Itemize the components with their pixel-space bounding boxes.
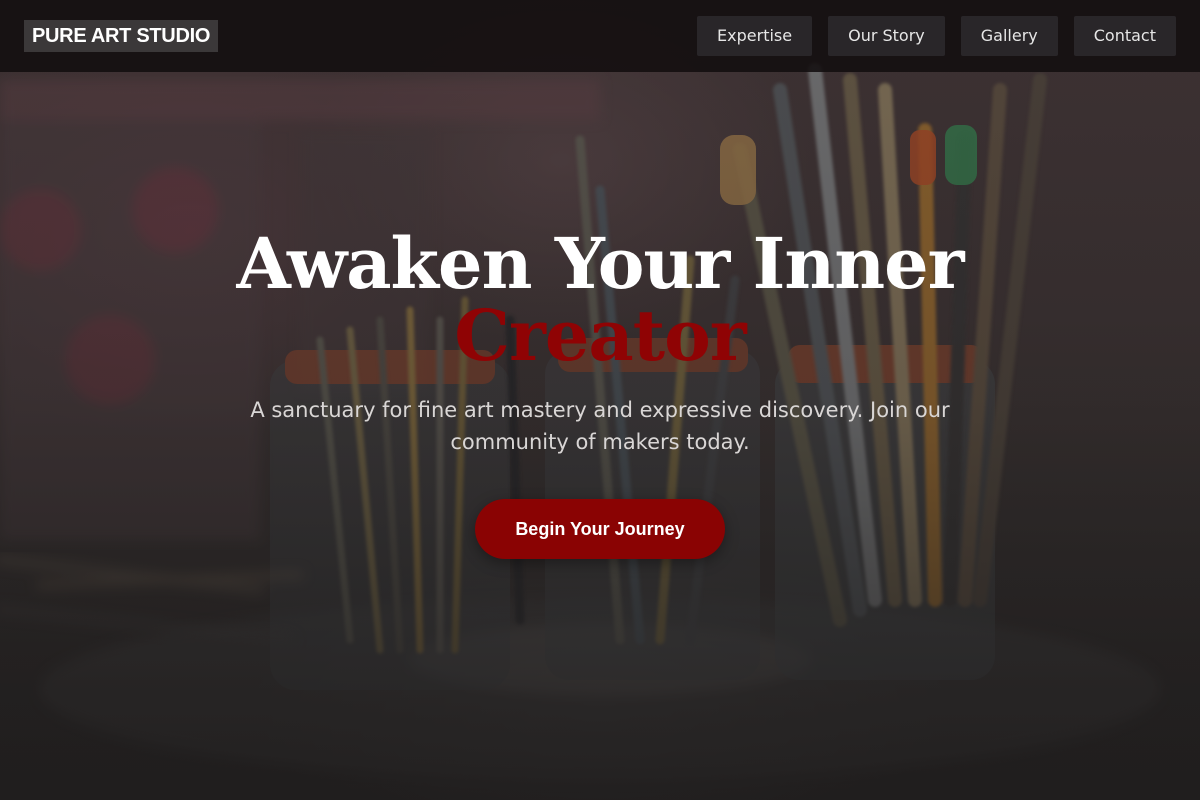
nav-link-gallery[interactable]: Gallery (960, 16, 1058, 56)
hero-section: Awaken Your Inner Creator A sanctuary fo… (0, 228, 1200, 559)
brand-logo[interactable]: PURE ART STUDIO (24, 20, 219, 52)
navbar: PURE ART STUDIO Expertise Our Story Gall… (0, 0, 1200, 72)
hero-subtitle: A sanctuary for fine art mastery and exp… (250, 398, 950, 454)
hero-headline-accent: Creator (454, 294, 746, 377)
hero-headline: Awaken Your Inner Creator (0, 228, 1200, 372)
nav-link-expertise[interactable]: Expertise (697, 16, 813, 56)
nav-link-contact[interactable]: Contact (1073, 16, 1176, 56)
nav-link-our-story[interactable]: Our Story (828, 16, 945, 56)
hero-headline-main: Awaken Your Inner (236, 222, 964, 305)
nav-menu: Expertise Our Story Gallery Contact (697, 16, 1176, 56)
begin-journey-button[interactable]: Begin Your Journey (475, 499, 725, 559)
